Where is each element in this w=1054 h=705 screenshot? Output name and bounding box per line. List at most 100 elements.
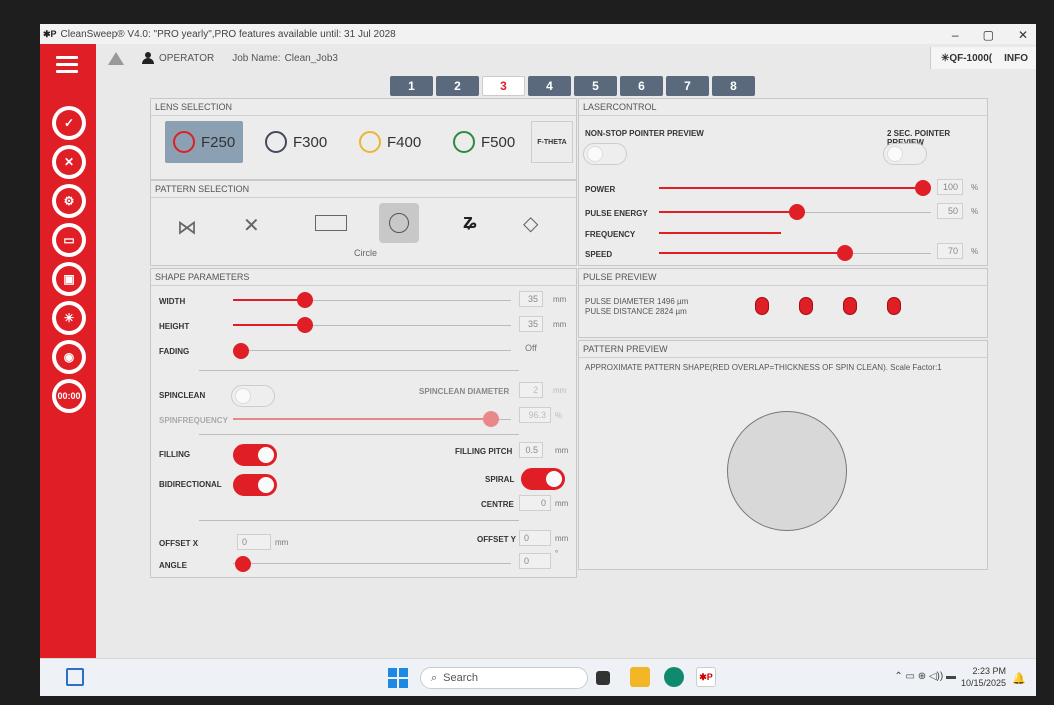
lens-f500[interactable]: F500 — [453, 121, 515, 163]
clock-date: 10/15/2025 — [960, 678, 1006, 688]
height-label: HEIGHT — [159, 322, 190, 331]
lens-f300[interactable]: F300 — [265, 121, 327, 163]
lens-ftheta[interactable]: F-THETA — [531, 121, 573, 163]
edge-icon[interactable] — [664, 667, 684, 687]
power-input[interactable]: 100 — [937, 179, 963, 195]
angle-slider-track[interactable] — [233, 563, 511, 564]
filling-label: FILLING — [159, 450, 191, 459]
pattern-preview-caption: APPROXIMATE PATTERN SHAPE(RED OVERLAP=TH… — [585, 363, 942, 372]
cross-pattern-icon[interactable]: ✕ — [243, 213, 260, 238]
spiral-toggle[interactable] — [521, 468, 565, 490]
device-name[interactable]: ✳QF-1000( — [941, 53, 992, 64]
file-explorer-icon[interactable] — [630, 667, 650, 687]
offset-y-label: OFFSET Y — [477, 535, 516, 544]
circle-pattern-button[interactable] — [379, 203, 419, 243]
fading-slider-track[interactable] — [233, 350, 511, 351]
angle-input[interactable]: 0 — [519, 553, 551, 569]
laser-control-title: LASERCONTROL — [579, 99, 987, 116]
speed-input[interactable]: 70 — [937, 243, 963, 259]
widgets-icon[interactable] — [66, 668, 84, 686]
search-box[interactable]: ⌕ Search — [420, 667, 588, 689]
width-slider-thumb[interactable] — [297, 292, 313, 308]
filling-toggle[interactable] — [233, 444, 277, 466]
hamburger-menu-icon[interactable] — [56, 56, 78, 73]
tab-2[interactable]: 2 — [436, 76, 479, 96]
laser-button[interactable]: ✳ — [52, 301, 86, 335]
clock-time: 2:23 PM — [972, 666, 1006, 676]
preview-button[interactable]: ◉ — [52, 340, 86, 374]
tab-4[interactable]: 4 — [528, 76, 571, 96]
taskbar: ⌕ Search ✱P ⌃ ▭ ⊕ ◁)) ▬ 2:23 PM 10/15/2025… — [40, 658, 1036, 696]
window-title: CleanSweep® V4.0: "PRO yearly",PRO featu… — [60, 28, 396, 40]
fading-label: FADING — [159, 347, 190, 356]
fading-slider-thumb[interactable] — [233, 343, 249, 359]
system-tray[interactable]: ⌃ ▭ ⊕ ◁)) ▬ — [894, 671, 956, 682]
info-button[interactable]: INFO — [1004, 53, 1028, 64]
app-logo: ✱P — [43, 28, 57, 39]
aperture-icon — [359, 131, 381, 153]
width-input[interactable]: 35 — [519, 291, 543, 307]
settings-button[interactable]: ⚙ — [52, 184, 86, 218]
power-slider-thumb[interactable] — [915, 180, 931, 196]
minimize-button[interactable]: – — [952, 28, 959, 42]
offset-y-input[interactable]: 0 — [519, 530, 551, 546]
timer-button[interactable]: 00:00 — [52, 379, 86, 413]
document-delete-button[interactable]: ✕ — [52, 145, 86, 179]
lens-f400[interactable]: F400 — [359, 121, 421, 163]
tab-6[interactable]: 6 — [620, 76, 663, 96]
task-view-icon[interactable] — [596, 671, 610, 685]
height-slider-thumb[interactable] — [297, 317, 313, 333]
tab-7[interactable]: 7 — [666, 76, 709, 96]
user-icon — [142, 52, 154, 64]
angle-slider-thumb[interactable] — [235, 556, 251, 572]
pattern-preview-panel: PATTERN PREVIEW APPROXIMATE PATTERN SHAP… — [578, 340, 988, 570]
offset-x-input[interactable]: 0 — [237, 534, 271, 550]
clock[interactable]: 2:23 PM 10/15/2025 — [961, 665, 1006, 689]
close-button[interactable]: ✕ — [1018, 28, 1028, 42]
two-sec-pointer-toggle[interactable] — [883, 143, 927, 165]
spiral-pattern-icon[interactable]: ʑ — [463, 211, 477, 234]
bidirectional-toggle[interactable] — [233, 474, 277, 496]
tab-5[interactable]: 5 — [574, 76, 617, 96]
frequency-bar[interactable] — [659, 232, 781, 234]
tab-8[interactable]: 8 — [712, 76, 755, 96]
circle-pattern-icon — [389, 213, 409, 233]
speed-label: SPEED — [585, 250, 613, 259]
shape-parameters-title: SHAPE PARAMETERS — [151, 269, 576, 286]
shape-pattern-icon[interactable]: ◇ — [523, 211, 538, 236]
spinfrequency-slider-thumb[interactable] — [483, 411, 499, 427]
document-check-button[interactable]: ✓ — [52, 106, 86, 140]
tab-1[interactable]: 1 — [390, 76, 433, 96]
lens-f250[interactable]: F250 — [165, 121, 243, 163]
width-unit: mm — [553, 295, 567, 304]
spinfrequency-input[interactable]: 96.3 — [519, 407, 551, 423]
lens-label: F400 — [387, 133, 422, 151]
notification-bell-icon[interactable]: 🔔 — [1012, 672, 1026, 685]
pattern-selection-title: PATTERN SELECTION — [151, 181, 576, 198]
bowtie-pattern-icon[interactable]: ⋈ — [177, 215, 197, 240]
divider — [199, 434, 519, 435]
spinclean-diameter-unit: mm — [553, 386, 567, 395]
speed-unit: % — [971, 247, 979, 256]
filling-pitch-input[interactable]: 0.5 — [519, 442, 543, 458]
nonstop-pointer-toggle[interactable] — [583, 143, 627, 165]
cleansweep-taskbar-icon[interactable]: ✱P — [696, 667, 716, 687]
operator-label[interactable]: OPERATOR — [159, 53, 214, 64]
start-icon[interactable] — [388, 668, 408, 688]
height-input[interactable]: 35 — [519, 316, 543, 332]
centre-input[interactable]: 0 — [519, 495, 551, 511]
tab-3[interactable]: 3 — [482, 76, 525, 96]
header: OPERATOR Job Name: Clean_Job3 ✳QF-1000( … — [96, 44, 1036, 72]
pulse-dot — [799, 297, 813, 315]
pulse-energy-input[interactable]: 50 — [937, 203, 963, 219]
save-button[interactable]: ▣ — [52, 262, 86, 296]
pulse-energy-slider-thumb[interactable] — [789, 204, 805, 220]
spinclean-diameter-input[interactable]: 2 — [519, 382, 543, 398]
search-label: Search — [443, 672, 479, 684]
spinfrequency-unit: % — [555, 411, 563, 420]
rectangle-pattern-icon[interactable] — [315, 215, 347, 231]
maximize-button[interactable]: ▢ — [983, 28, 994, 42]
spinclean-toggle[interactable] — [231, 385, 275, 407]
speed-slider-thumb[interactable] — [837, 245, 853, 261]
open-folder-button[interactable]: ▭ — [52, 223, 86, 257]
